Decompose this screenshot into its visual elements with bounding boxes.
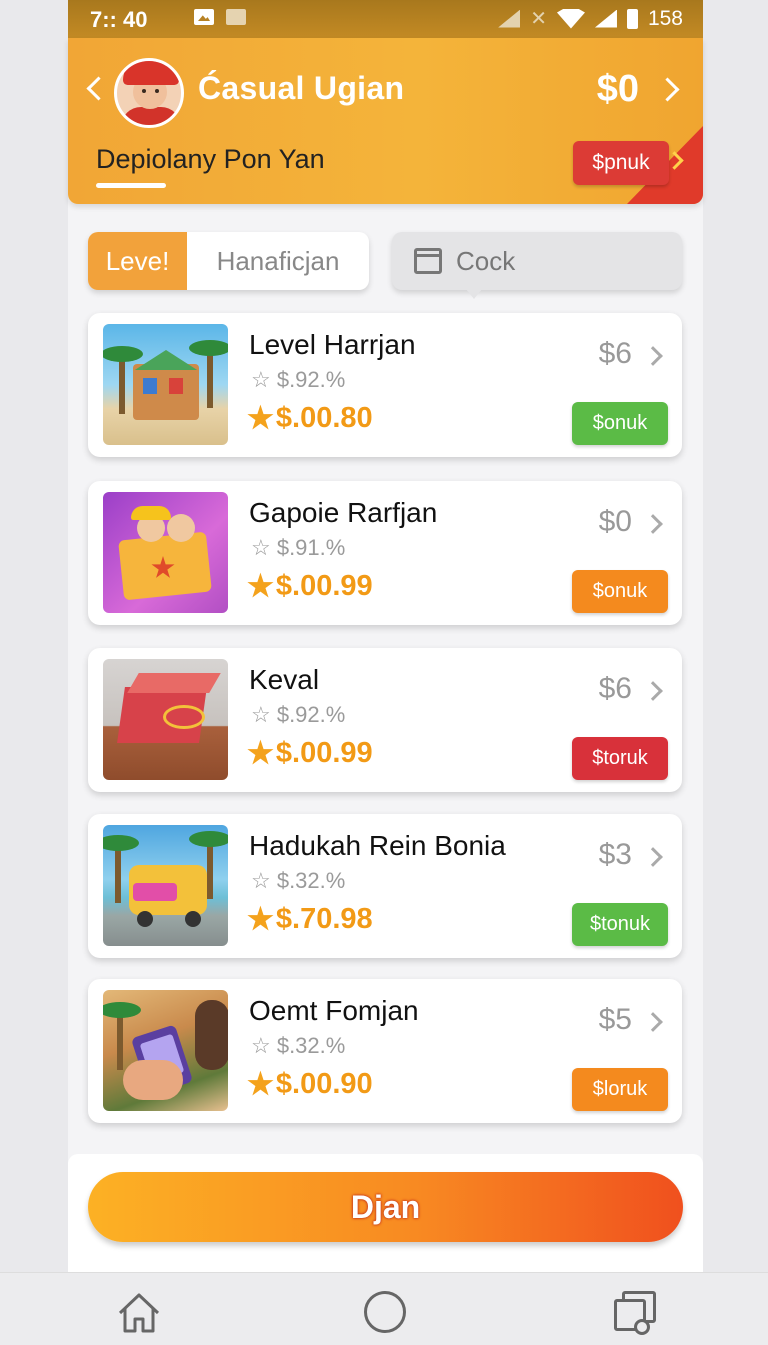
phone-screen: 7:: 40 ✕ 158 Ćasual Ugian $0 Depiolany P…: [68, 0, 703, 1344]
item-thumbnail: [103, 659, 228, 780]
circle-home-icon[interactable]: [364, 1291, 406, 1333]
tab-level[interactable]: Leve!: [88, 232, 187, 290]
star-icon: ★: [247, 402, 274, 435]
cock-label: Cock: [456, 245, 516, 276]
cell-signal-icon: [594, 9, 617, 28]
bottom-panel: Djan: [68, 1154, 703, 1274]
item-value: $6: [598, 672, 632, 705]
item-rating: ☆ $.32.%: [251, 1033, 346, 1058]
item-price-value: $.00.99: [275, 737, 373, 769]
item-price: ★ $.70.98: [247, 902, 373, 937]
home-icon[interactable]: [116, 1291, 162, 1335]
gallery-notification-icon: [194, 9, 214, 25]
item-action-button[interactable]: $onuk: [572, 570, 668, 613]
list-item[interactable]: Oemt Fomjan ☆ $.32.% ★ $.00.90 $5 $loruk: [88, 979, 682, 1123]
tab-group: Leve! Hanaficjan: [88, 232, 369, 290]
item-price-value: $.00.90: [275, 1068, 373, 1100]
primary-cta-button[interactable]: Djan: [88, 1172, 683, 1242]
header-subtitle: Depiolany Pon Yan: [96, 144, 325, 174]
item-action-button[interactable]: $onuk: [572, 402, 668, 445]
item-action-button[interactable]: $toruk: [572, 737, 668, 780]
item-title: Hadukah Rein Bonia: [249, 830, 506, 861]
item-thumbnail: [103, 825, 228, 946]
list-item[interactable]: Level Harrjan ☆ $.92.% ★ $.00.80 $6 $onuk: [88, 313, 682, 457]
list-item[interactable]: Keval ☆ $.92.% ★ $.00.99 $6 $toruk: [88, 648, 682, 792]
chevron-right-icon[interactable]: [643, 514, 663, 534]
item-price-value: $.00.99: [275, 570, 373, 602]
balance-amount: $0: [596, 68, 639, 110]
box-icon: [414, 248, 442, 274]
item-rating: ☆ $.91.%: [251, 535, 346, 560]
app-header: Ćasual Ugian $0 Depiolany Pon Yan $pnuk: [68, 38, 703, 204]
chevron-right-icon[interactable]: [643, 847, 663, 867]
item-title: Oemt Fomjan: [249, 995, 419, 1026]
header-bonus-button[interactable]: $pnuk: [573, 141, 669, 185]
status-time: 7:: 40: [90, 7, 148, 32]
cock-dropdown[interactable]: Cock: [392, 232, 682, 290]
app-notification-icon: [226, 9, 246, 25]
item-value: $0: [598, 505, 632, 538]
signal-icon: [498, 9, 521, 28]
item-price: ★ $.00.99: [247, 736, 373, 771]
status-indicators: ✕ 158: [498, 6, 683, 31]
chevron-right-icon[interactable]: [643, 681, 663, 701]
battery-level: 158: [647, 6, 683, 30]
item-title: Gapoie Rarfjan: [249, 497, 438, 528]
app-title: Ćasual Ugian: [198, 70, 405, 106]
item-thumbnail: [103, 324, 228, 445]
star-icon: ★: [247, 1068, 274, 1101]
item-value: $6: [598, 337, 632, 370]
item-thumbnail: [103, 492, 228, 613]
home-icon-graphic: [118, 1293, 160, 1333]
item-rating: ☆ $.92.%: [251, 702, 346, 727]
forward-chevron-icon[interactable]: [657, 72, 683, 108]
item-title: Keval: [249, 664, 320, 695]
back-chevron-icon[interactable]: [82, 72, 108, 108]
star-icon: ★: [247, 737, 274, 770]
item-action-button[interactable]: $loruk: [572, 1068, 668, 1111]
item-value: $3: [598, 838, 632, 871]
item-price-value: $.70.98: [275, 903, 373, 935]
item-price: ★ $.00.80: [247, 401, 373, 436]
item-price: ★ $.00.99: [247, 569, 373, 604]
recent-apps-icon[interactable]: [614, 1291, 656, 1335]
item-price-value: $.00.80: [275, 402, 373, 434]
subtitle-underline: [96, 183, 166, 188]
item-rating: ☆ $.92.%: [251, 367, 346, 392]
item-value: $5: [598, 1003, 632, 1036]
item-thumbnail: [103, 990, 228, 1111]
item-rating: ☆ $.32.%: [251, 868, 346, 893]
tab-hanaficjan[interactable]: Hanaficjan: [187, 232, 369, 290]
item-action-button[interactable]: $tonuk: [572, 903, 668, 946]
list-item[interactable]: Gapoie Rarfjan ☆ $.91.% ★ $.00.99 $0 $onu…: [88, 481, 682, 625]
battery-icon: [626, 8, 638, 29]
chevron-right-icon[interactable]: [643, 1012, 663, 1032]
star-icon: ★: [247, 570, 274, 603]
status-bar: 7:: 40 ✕ 158: [68, 0, 703, 38]
item-title: Level Harrjan: [249, 329, 416, 360]
item-price: ★ $.00.90: [247, 1067, 373, 1102]
no-data-icon: ✕: [530, 8, 547, 30]
system-nav-bar: [0, 1272, 768, 1345]
list-item[interactable]: Hadukah Rein Bonia ☆ $.32.% ★ $.70.98 $3 …: [88, 814, 682, 958]
chevron-right-icon[interactable]: [643, 346, 663, 366]
star-icon: ★: [247, 903, 274, 936]
wifi-icon: [556, 8, 585, 29]
avatar[interactable]: [114, 58, 184, 128]
